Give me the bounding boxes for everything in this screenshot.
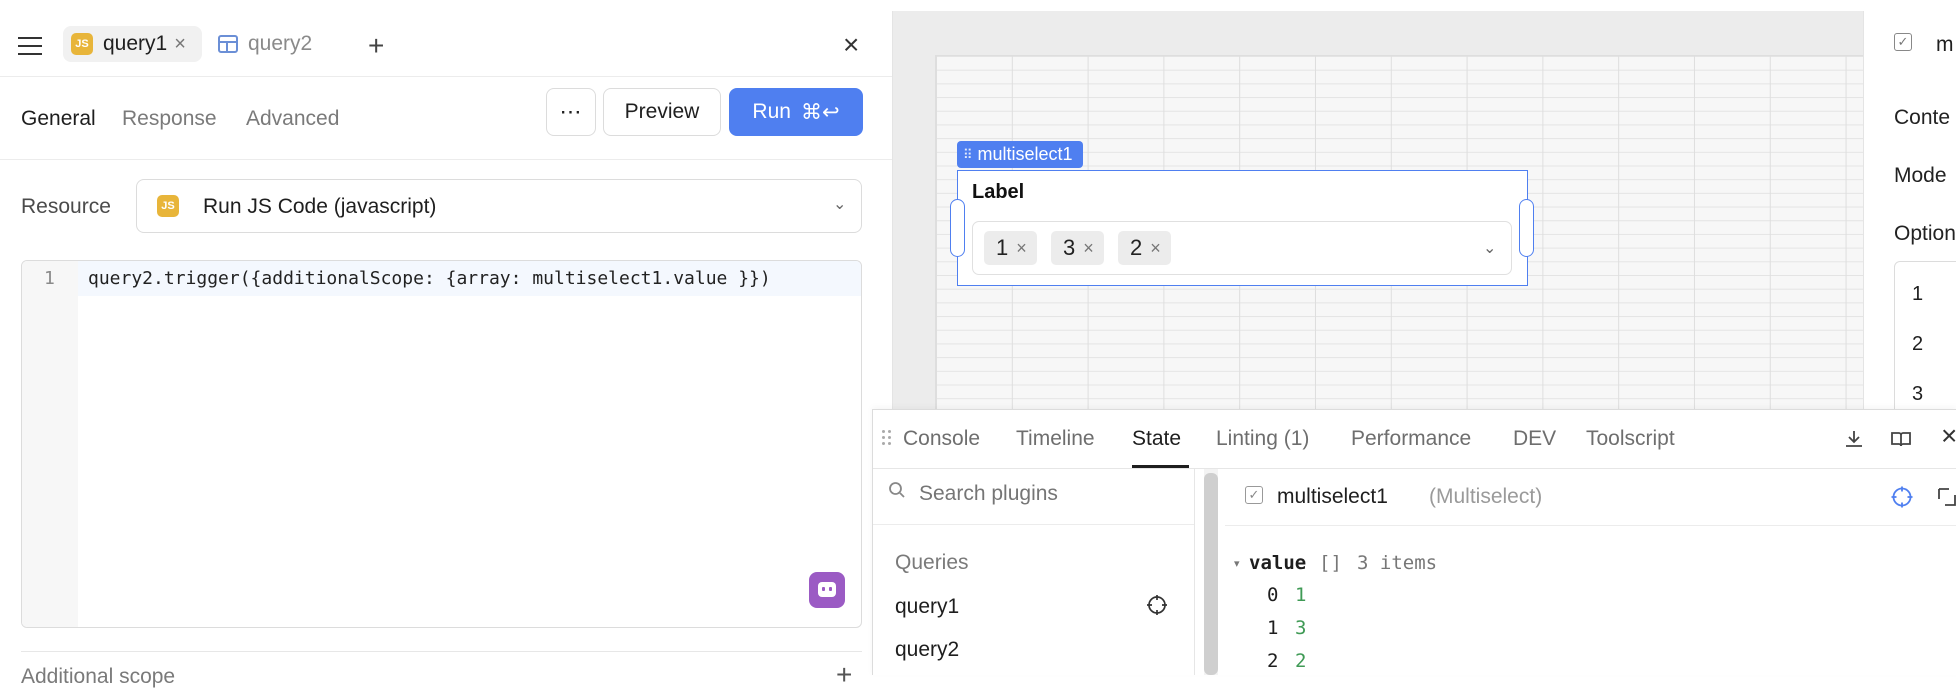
tab-advanced[interactable]: Advanced <box>246 107 339 131</box>
chevron-down-icon[interactable]: ⌄ <box>1483 238 1496 258</box>
ai-assist-icon[interactable] <box>809 572 845 608</box>
tab-query1[interactable]: JS query1 × <box>63 26 202 62</box>
plugin-sidebar: Queries query1 query2 <box>873 469 1195 675</box>
debug-panel: Console Timeline State Linting (1) Perfo… <box>872 409 1956 675</box>
checkbox-icon: ✓ <box>1245 486 1263 504</box>
search-icon <box>889 482 905 498</box>
resource-label: Resource <box>21 195 111 218</box>
selected-chip[interactable]: 2 × <box>1118 231 1171 265</box>
resource-select[interactable]: JS Run JS Code (javascript) ⌄ <box>136 179 862 233</box>
code-line[interactable]: query2.trigger({additionalScope: {array:… <box>88 268 771 289</box>
add-tab-button[interactable]: + <box>368 30 384 62</box>
option-item[interactable]: 1 <box>1912 283 1923 306</box>
drag-handle-icon[interactable]: ⠿ <box>963 147 972 163</box>
checkbox-icon: ✓ <box>1894 33 1912 51</box>
divider <box>21 651 862 652</box>
state-type-brackets: [] <box>1319 552 1342 574</box>
component-name: multiselect1 <box>977 144 1073 164</box>
preview-button[interactable]: Preview <box>603 88 721 136</box>
additional-scope-label[interactable]: Additional scope <box>21 665 175 689</box>
resize-handle-right[interactable] <box>1519 199 1534 257</box>
collapse-triangle-icon[interactable]: ▾ <box>1234 557 1240 570</box>
js-icon: JS <box>71 33 93 55</box>
selected-plugin-name: multiselect1 <box>1277 485 1388 508</box>
close-panel-button[interactable]: × <box>843 29 859 61</box>
active-tab-underline <box>1132 465 1189 468</box>
divider <box>1225 525 1956 526</box>
plugin-item-query2[interactable]: query2 <box>895 638 959 662</box>
scrollbar-thumb[interactable] <box>1204 473 1218 675</box>
tab-state[interactable]: State <box>1132 427 1181 451</box>
add-scope-button[interactable]: + <box>836 659 852 691</box>
state-item-count: 3 items <box>1357 552 1438 574</box>
chip-value: 3 <box>1063 235 1076 260</box>
tab-timeline[interactable]: Timeline <box>1016 427 1095 451</box>
tab-label: query1 <box>103 32 168 55</box>
query-editor-panel: JS query1 × query2 + × General Response … <box>0 11 893 690</box>
array-index: 0 <box>1267 584 1279 606</box>
table-icon <box>218 35 238 53</box>
option-item[interactable]: 3 <box>1912 383 1923 406</box>
crosshair-icon[interactable] <box>1146 594 1168 616</box>
tab-linting[interactable]: Linting (1) <box>1216 427 1309 451</box>
resize-handle-left[interactable] <box>950 199 965 257</box>
close-icon[interactable]: × <box>1941 420 1956 452</box>
tab-dev[interactable]: DEV <box>1513 427 1556 451</box>
query-tab-bar: JS query1 × query2 + × <box>0 11 892 77</box>
debug-tab-bar: Console Timeline State Linting (1) Perfo… <box>873 410 1956 469</box>
search-plugins-input[interactable] <box>919 482 1159 506</box>
book-icon[interactable] <box>1890 428 1912 450</box>
chip-value: 2 <box>1130 235 1143 260</box>
resource-value: Run JS Code (javascript) <box>203 195 437 218</box>
chip-remove-icon[interactable]: × <box>1083 238 1094 259</box>
selected-plugin-type: (Multiselect) <box>1429 485 1543 508</box>
selected-chip[interactable]: 1 × <box>984 231 1037 265</box>
tab-response[interactable]: Response <box>122 107 217 131</box>
close-tab-icon[interactable]: × <box>174 33 186 56</box>
multiselect-component[interactable]: Label 1 × 3 × 2 × ⌄ <box>957 170 1528 286</box>
tab-console[interactable]: Console <box>903 427 980 451</box>
array-value: 2 <box>1295 650 1307 672</box>
chevron-down-icon: ⌄ <box>833 196 847 213</box>
multiselect-label: Label <box>972 181 1025 203</box>
component-tag[interactable]: ⠿ multiselect1 <box>957 141 1083 168</box>
run-shortcut-icon: ⌘↩ <box>800 100 840 124</box>
chip-value: 1 <box>996 235 1009 260</box>
state-inspector: ✓ multiselect1 (Multiselect) ▾ value [] … <box>1225 469 1956 675</box>
crosshair-icon[interactable] <box>1890 485 1914 509</box>
plugin-item-query1[interactable]: query1 <box>895 595 959 619</box>
tab-general[interactable]: General <box>21 107 96 131</box>
array-index: 2 <box>1267 650 1279 672</box>
section-mode[interactable]: Mode <box>1894 164 1947 188</box>
tab-query2[interactable]: query2 <box>218 26 338 62</box>
hamburger-menu-icon[interactable] <box>18 33 42 55</box>
array-index: 1 <box>1267 617 1279 639</box>
array-value: 3 <box>1295 617 1307 639</box>
section-content[interactable]: Conte <box>1894 106 1950 130</box>
line-gutter <box>22 261 78 627</box>
js-icon: JS <box>157 195 179 217</box>
open-panel-icon[interactable] <box>1935 485 1956 509</box>
chip-remove-icon[interactable]: × <box>1016 238 1027 259</box>
option-item[interactable]: 2 <box>1912 333 1923 356</box>
run-button[interactable]: Run ⌘↩ <box>729 88 863 136</box>
code-editor[interactable]: 1 query2.trigger({additionalScope: {arra… <box>21 260 862 628</box>
drag-handle-icon[interactable] <box>882 430 892 446</box>
state-key[interactable]: value <box>1249 552 1306 574</box>
line-number: 1 <box>44 268 55 289</box>
tab-toolscript[interactable]: Toolscript <box>1586 427 1675 451</box>
inspector-title[interactable]: m <box>1936 33 1954 57</box>
array-value: 1 <box>1295 584 1307 606</box>
run-label: Run <box>752 100 791 123</box>
multiselect-field[interactable]: 1 × 3 × 2 × ⌄ <box>972 221 1512 275</box>
tab-performance[interactable]: Performance <box>1351 427 1471 451</box>
divider <box>873 524 1194 525</box>
download-icon[interactable] <box>1843 428 1865 450</box>
selected-chip[interactable]: 3 × <box>1051 231 1104 265</box>
tab-label: query2 <box>248 32 313 55</box>
chip-remove-icon[interactable]: × <box>1150 238 1161 259</box>
queries-heading: Queries <box>895 551 969 574</box>
more-options-button[interactable]: ⋯ <box>546 88 596 136</box>
section-options[interactable]: Option <box>1894 222 1956 246</box>
